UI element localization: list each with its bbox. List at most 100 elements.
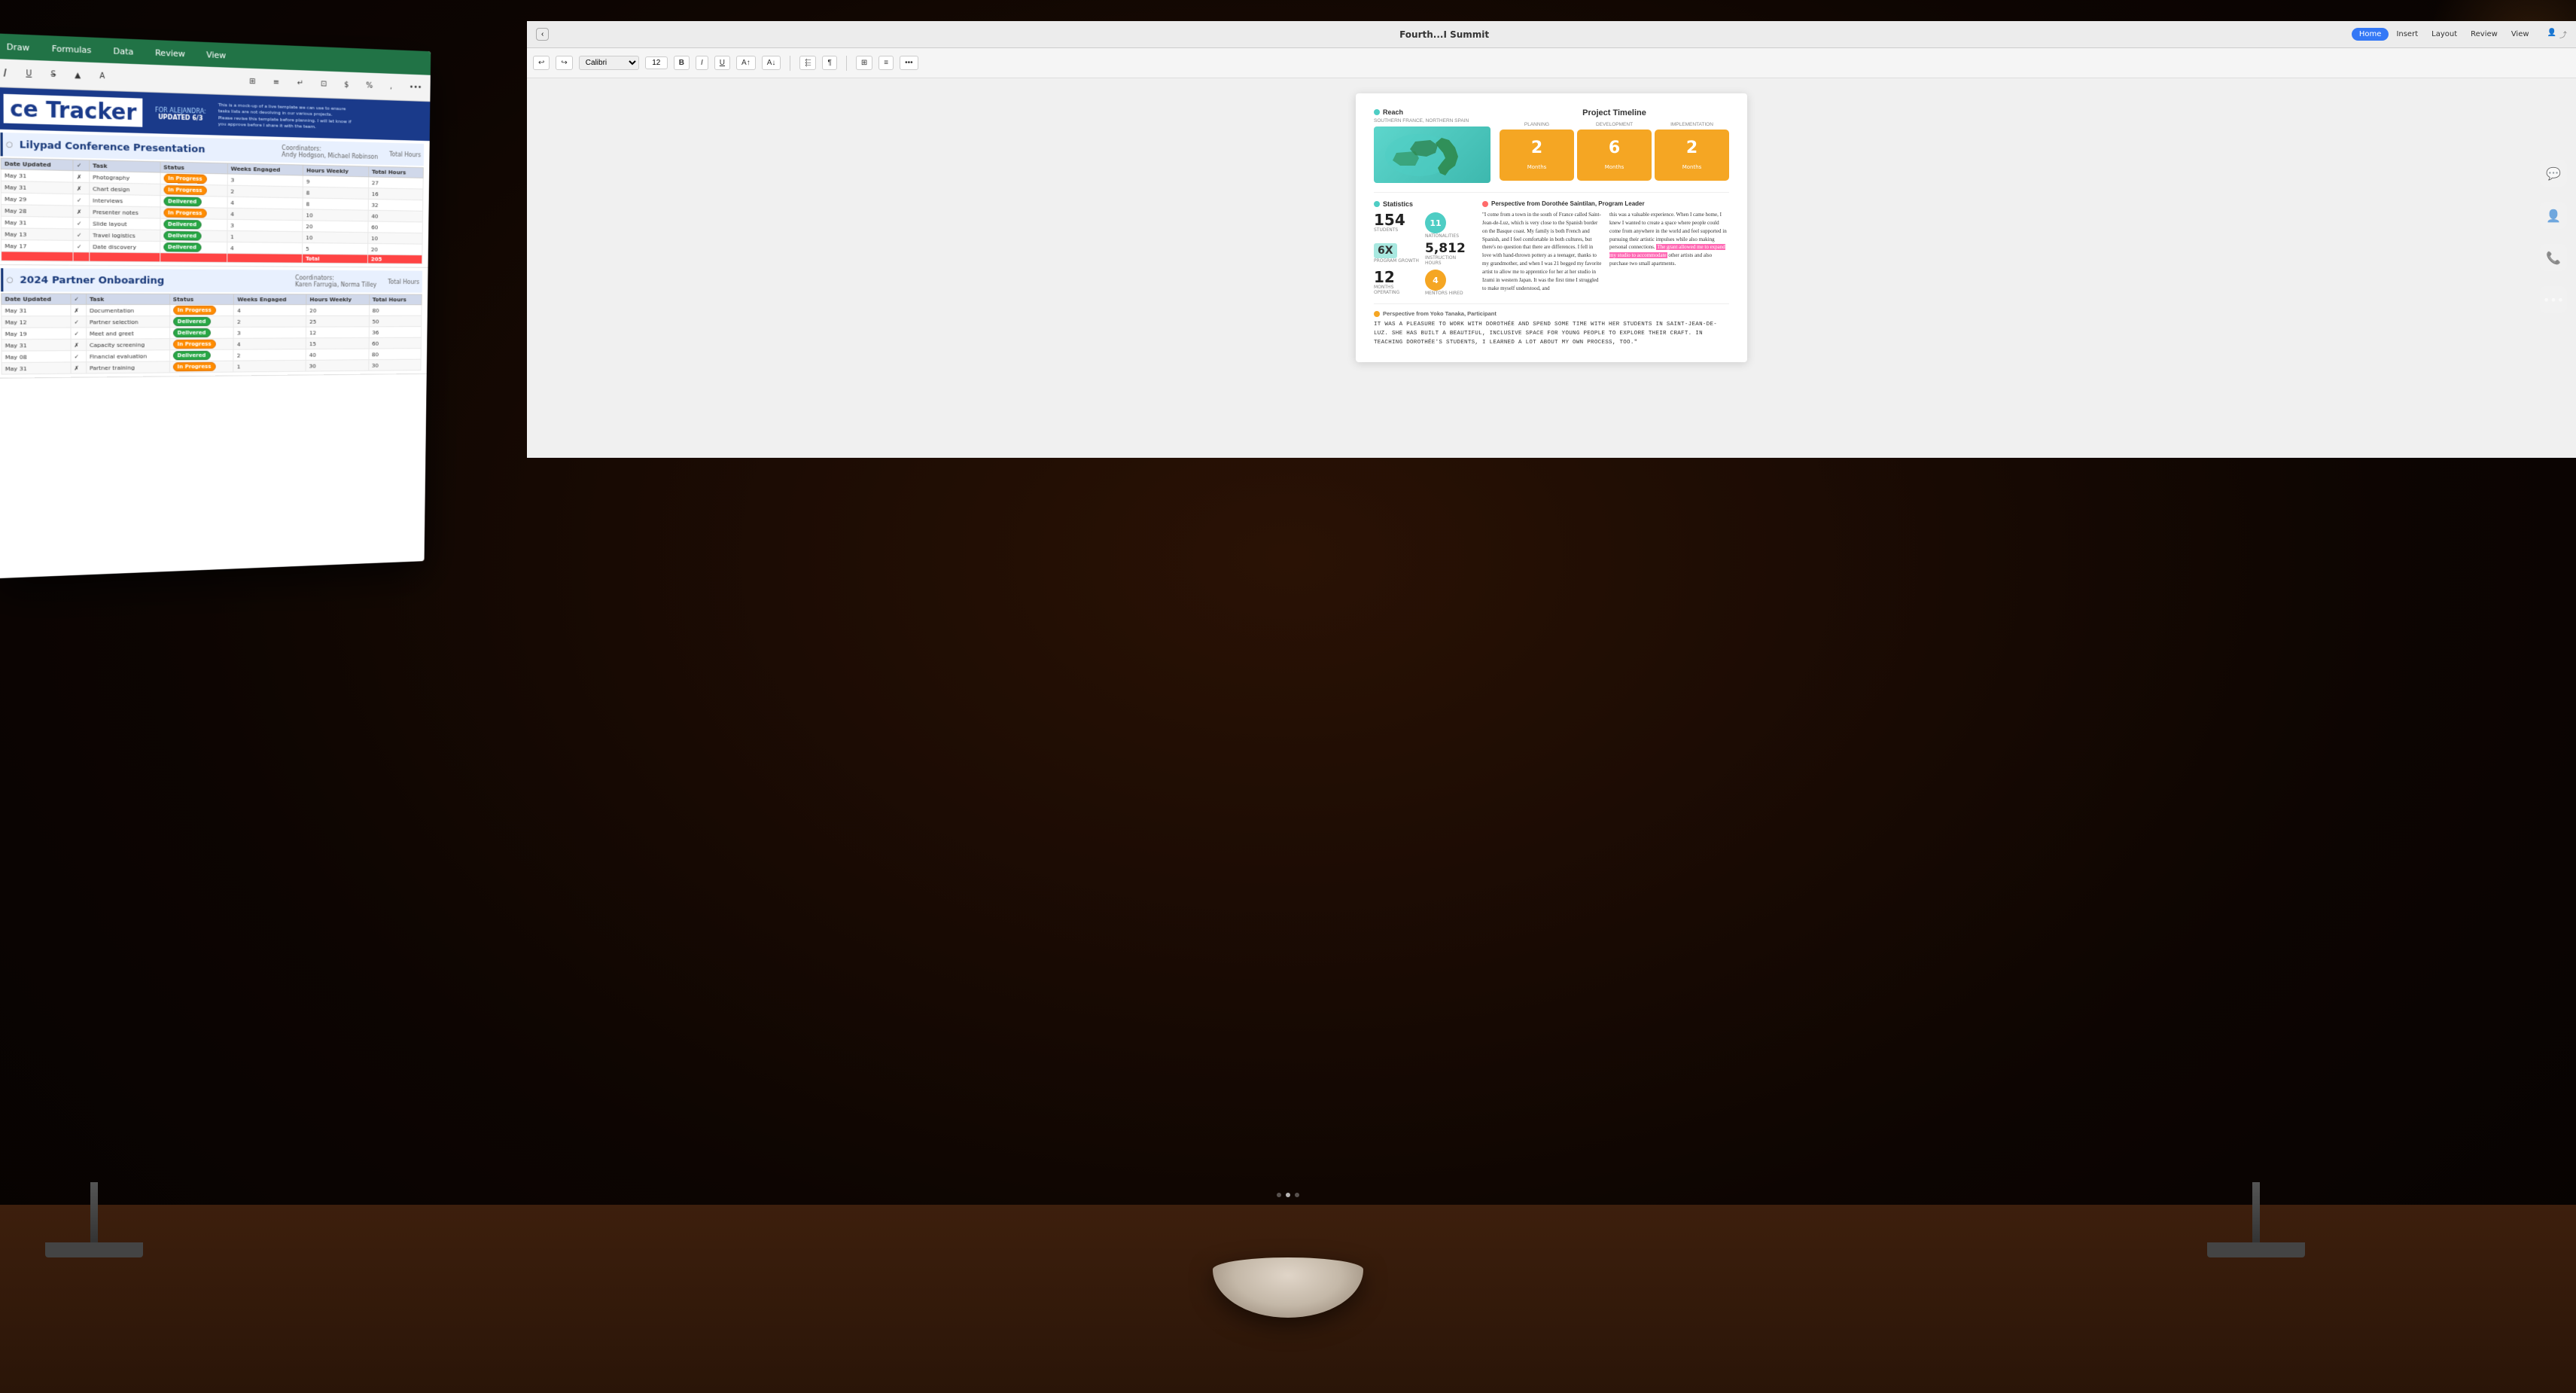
- section-2-total-label: Total Hours: [388, 279, 419, 285]
- reach-sublabel: SOUTHERN FRANCE, NORTHERN SPAIN: [1374, 118, 1490, 123]
- stat-growth-num: 6X: [1374, 243, 1397, 258]
- table-button[interactable]: ⊞: [856, 56, 872, 70]
- subtitle-updated: UPDATED 6/3: [155, 113, 206, 121]
- monitor-stand-right: [2252, 1182, 2260, 1242]
- perspective-cols: "I come from a town in the south of Fran…: [1482, 211, 1729, 292]
- stat-growth: 6X PROGRAM GROWTH: [1374, 242, 1420, 266]
- font-smaller-button[interactable]: A↓: [762, 56, 781, 70]
- total-hours-label: Total Hours: [389, 151, 421, 158]
- stat-growth-label: PROGRAM GROWTH: [1374, 258, 1420, 264]
- italic-button[interactable]: I: [696, 56, 708, 70]
- stat-hours-num: 5,812: [1425, 242, 1472, 255]
- wrap-btn[interactable]: ↵: [294, 78, 306, 90]
- col-total: Total Hours: [369, 166, 424, 178]
- section-2-title: 2024 Partner Onboarding: [20, 274, 164, 286]
- tab-draw[interactable]: Draw: [0, 39, 36, 54]
- perspective-col1: "I come from a town in the south of Fran…: [1482, 211, 1602, 292]
- more-btn[interactable]: •••: [406, 81, 425, 93]
- monitor-stand-left: [90, 1182, 98, 1242]
- title-note: This is a mock-up of a live template we …: [218, 102, 422, 134]
- chat-icon[interactable]: 💬: [2540, 160, 2567, 187]
- tab-home[interactable]: Home: [2352, 28, 2389, 41]
- phase-impl-months: 2: [1658, 139, 1726, 157]
- profile-icon[interactable]: 👤: [2547, 29, 2556, 40]
- timeline-boxes: PLANNING 2 Months DEVELOPMENT 6: [1500, 122, 1729, 181]
- section-2-coords: Coordinators:Karen Farrugia, Norma Tille…: [295, 275, 377, 288]
- phase-impl-unit: Months: [1682, 164, 1702, 170]
- task-table-2: Date Updated ✓ Task Status Weeks Engaged…: [1, 293, 422, 374]
- redo-button[interactable]: ↪: [556, 56, 572, 70]
- timeline-title: Project Timeline: [1500, 108, 1729, 117]
- more-options-button[interactable]: •••: [900, 56, 918, 70]
- stats-grid: 154 STUDENTS 11 NATIONALITIES 6X: [1374, 212, 1472, 296]
- align-left-button[interactable]: ⬱: [799, 56, 816, 70]
- yoko-title-row: Perspective from Yoko Tanaka, Participan…: [1374, 310, 1729, 317]
- tab-formulas[interactable]: Formulas: [45, 41, 97, 56]
- strikethrough-btn[interactable]: S: [47, 69, 59, 81]
- table-row: May 31 ✗ Documentation In Progress 42080: [2, 304, 422, 315]
- font-bigger-button[interactable]: A↑: [736, 56, 756, 70]
- title-meta: FOR ALEJANDRA: UPDATED 6/3: [155, 106, 206, 121]
- section-1-coords: Coordinators:Andy Hodgson, Michael Robin…: [282, 145, 378, 160]
- project-timeline-section: Project Timeline PLANNING 2 Months: [1500, 108, 1729, 181]
- font-color-btn[interactable]: A: [96, 70, 108, 82]
- back-button[interactable]: ‹: [536, 28, 549, 41]
- stat-months-num: 12: [1374, 270, 1420, 285]
- table-row: May 31 ✗ Partner training In Progress 13…: [2, 359, 421, 374]
- monitor-base-right: [2207, 1242, 2305, 1257]
- dots-icon[interactable]: •••: [2540, 286, 2567, 313]
- perspective-dorothee-section: Perspective from Dorothée Saintilan, Pro…: [1482, 200, 1729, 296]
- reach-dot: [1374, 109, 1380, 115]
- percent-btn[interactable]: %: [363, 80, 376, 91]
- perspective-col2: this was a valuable experience. When I c…: [1609, 211, 1729, 292]
- phase-planning: PLANNING 2 Months: [1500, 122, 1574, 181]
- scroll-dot-2: [1286, 1193, 1290, 1197]
- stats-title-row: Statistics: [1374, 200, 1472, 208]
- stats-perspective-row: Statistics 154 STUDENTS 11 NATIONAL: [1374, 200, 1729, 296]
- merge-btn[interactable]: ⊡: [318, 78, 330, 90]
- numbers-toolbar: ↩ ↪ Calibri B I U A↑ A↓ ⬱ ¶ ⊞ ≡ •••: [527, 48, 2576, 78]
- phase-implementation: IMPLEMENTATION 2 Months: [1655, 122, 1729, 181]
- yoko-text: IT WAS A PLEASURE TO WORK WITH DOROTHÉE …: [1374, 320, 1729, 347]
- phase-planning-months: 2: [1503, 139, 1571, 157]
- yoko-dot: [1374, 311, 1380, 317]
- stats-dot: [1374, 201, 1380, 207]
- undo-button[interactable]: ↩: [533, 56, 550, 70]
- font-size-input[interactable]: [645, 56, 668, 69]
- statistics-section: Statistics 154 STUDENTS 11 NATIONAL: [1374, 200, 1472, 296]
- phone-icon[interactable]: 📞: [2540, 244, 2567, 271]
- divider-line-1: [1374, 192, 1729, 193]
- tab-insert[interactable]: Insert: [2390, 28, 2424, 41]
- perspective-title-row: Perspective from Dorothée Saintilan, Pro…: [1482, 200, 1729, 207]
- italic-btn[interactable]: I: [0, 65, 10, 81]
- underline-btn[interactable]: U: [23, 68, 35, 80]
- align-btn[interactable]: ≡: [270, 77, 282, 89]
- align-center-button[interactable]: ≡: [878, 56, 894, 70]
- scroll-dots: [1277, 1193, 1299, 1197]
- tab-view[interactable]: View: [200, 47, 232, 62]
- user-icon[interactable]: 👤: [2540, 202, 2567, 229]
- currency-btn[interactable]: $: [341, 79, 352, 90]
- tab-view[interactable]: View: [2505, 28, 2535, 41]
- window-controls: 👤 ⤴: [2547, 29, 2567, 40]
- title-text: ce Tracker: [10, 96, 136, 125]
- phase-development: DEVELOPMENT 6 Months: [1577, 122, 1652, 181]
- tab-review[interactable]: Review: [2465, 28, 2504, 41]
- format-button[interactable]: ¶: [822, 56, 836, 70]
- font-select[interactable]: Calibri: [579, 56, 639, 70]
- tab-data[interactable]: Data: [107, 44, 140, 58]
- stat-students-label: STUDENTS: [1374, 227, 1420, 233]
- comma-btn[interactable]: ,: [387, 81, 395, 93]
- bold-button[interactable]: B: [674, 56, 690, 70]
- stat-months-label: MONTHS OPERATING: [1374, 285, 1420, 295]
- highlight-btn[interactable]: ▲: [72, 69, 84, 81]
- underline-button[interactable]: U: [714, 56, 730, 70]
- tab-layout[interactable]: Layout: [2425, 28, 2463, 41]
- tab-review[interactable]: Review: [149, 46, 191, 61]
- section-1-title: Lilypad Conference Presentation: [20, 139, 206, 155]
- borders-btn[interactable]: ⊞: [246, 76, 258, 88]
- phase-planning-box: 2 Months: [1500, 130, 1574, 181]
- col-check: ✓: [73, 160, 89, 171]
- phase-impl-label: IMPLEMENTATION: [1655, 122, 1729, 127]
- share-icon[interactable]: ⤴: [2559, 29, 2567, 40]
